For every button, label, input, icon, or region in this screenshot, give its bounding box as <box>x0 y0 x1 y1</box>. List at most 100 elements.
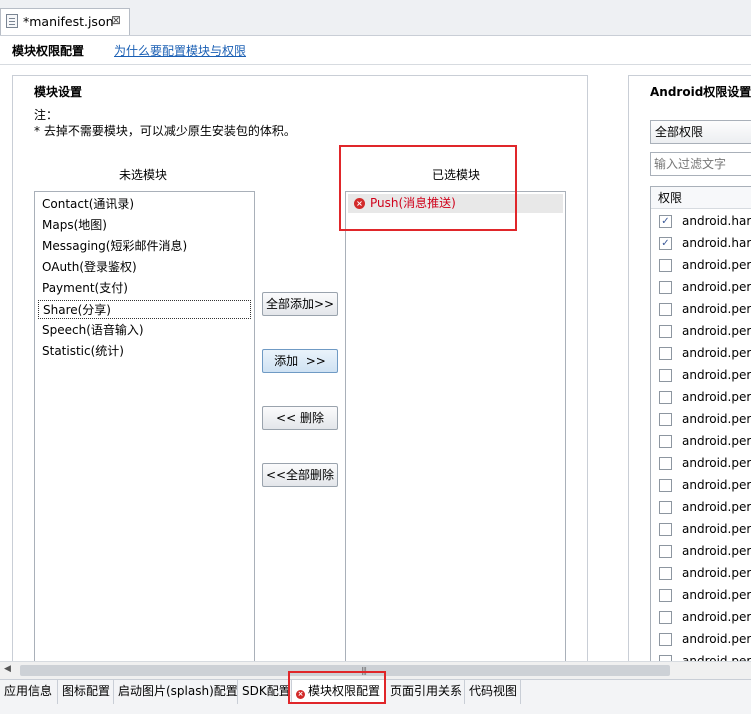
help-link[interactable]: 为什么要配置模块与权限 <box>114 42 246 59</box>
highlight-box <box>288 671 386 704</box>
permission-row[interactable]: android.pern <box>651 519 751 541</box>
unselected-modules-list[interactable]: Contact(通讯录) Maps(地图) Messaging(短彩邮件消息) … <box>34 191 255 675</box>
editor-tab-manifest[interactable]: *manifest.json ⊠ <box>0 8 130 35</box>
permission-row[interactable]: android.pern <box>651 387 751 409</box>
permission-name: android.pern <box>682 258 751 272</box>
permission-name: android.pern <box>682 412 751 426</box>
remove-button[interactable]: << 删除 <box>262 406 338 430</box>
permission-row[interactable]: android.pern <box>651 453 751 475</box>
list-item[interactable]: Payment(支付) <box>38 279 251 298</box>
permission-row[interactable]: android.pern <box>651 321 751 343</box>
header-divider <box>0 64 751 65</box>
permission-row[interactable]: android.pern <box>651 343 751 365</box>
permission-checkbox[interactable] <box>659 589 672 602</box>
permission-row[interactable]: android.pern <box>651 277 751 299</box>
list-item[interactable]: Maps(地图) <box>38 216 251 235</box>
list-item[interactable]: Messaging(短彩邮件消息) <box>38 237 251 256</box>
module-settings-title: 模块设置 <box>34 85 83 99</box>
list-item[interactable]: Share(分享) <box>38 300 251 319</box>
tab-icon-config[interactable]: 图标配置 <box>58 680 114 704</box>
permission-column-header[interactable]: 权限 <box>651 187 751 209</box>
permission-name: android.pern <box>682 478 751 492</box>
permission-name: android.pern <box>682 368 751 382</box>
permission-name: android.pern <box>682 280 751 294</box>
permission-row[interactable]: android.pern <box>651 607 751 629</box>
permission-row[interactable]: android.pern <box>651 365 751 387</box>
list-item[interactable]: Speech(语音输入) <box>38 321 251 340</box>
permission-row[interactable]: android.pern <box>651 409 751 431</box>
page-title: 模块权限配置 <box>12 44 85 58</box>
editor-tab-title: *manifest.json <box>23 14 114 29</box>
permission-name: android.pern <box>682 522 751 536</box>
permission-row[interactable]: android.pern <box>651 585 751 607</box>
remove-all-button[interactable]: <<全部删除 <box>262 463 338 487</box>
permission-checkbox[interactable] <box>659 545 672 558</box>
permission-checkbox[interactable] <box>659 523 672 536</box>
permission-name: android.pern <box>682 566 751 580</box>
permission-row[interactable]: android.pern <box>651 629 751 651</box>
permission-row[interactable]: android.pern <box>651 431 751 453</box>
permission-name: android.pern <box>682 456 751 470</box>
permission-row[interactable]: android.pern <box>651 563 751 585</box>
permission-checkbox[interactable] <box>659 303 672 316</box>
tab-label: 页面引用关系 <box>390 684 463 698</box>
permission-row[interactable]: ✓ android.hard <box>651 211 751 233</box>
permission-name: android.hard <box>682 214 751 228</box>
tab-page-references[interactable]: 页面引用关系 <box>386 680 465 704</box>
permission-name: android.pern <box>682 324 751 338</box>
permission-row[interactable]: android.pern <box>651 475 751 497</box>
note-label: 注： <box>34 108 59 122</box>
list-item[interactable]: Contact(通讯录) <box>38 195 251 214</box>
permission-row[interactable]: android.pern <box>651 541 751 563</box>
permission-name: android.hard <box>682 236 751 250</box>
tab-app-info[interactable]: 应用信息 <box>0 680 58 704</box>
permission-checkbox[interactable] <box>659 435 672 448</box>
tab-label: 代码视图 <box>469 684 518 698</box>
permission-row[interactable]: android.pern <box>651 497 751 519</box>
add-all-button[interactable]: 全部添加>> <box>262 292 338 316</box>
tab-label: 应用信息 <box>4 684 53 698</box>
permission-row[interactable]: ✓ android.hard <box>651 233 751 255</box>
note-text: * 去掉不需要模块，可以减少原生安装包的体积。 <box>34 124 296 138</box>
permission-checkbox[interactable] <box>659 457 672 470</box>
permission-checkbox[interactable] <box>659 391 672 404</box>
permission-checkbox[interactable] <box>659 413 672 426</box>
permission-name: android.pern <box>682 500 751 514</box>
add-button[interactable]: 添加 >> <box>262 349 338 373</box>
permission-checkbox[interactable] <box>659 259 672 272</box>
permission-name: android.pern <box>682 588 751 602</box>
permission-table: 权限 ✓ android.hard ✓ android.hard android.per… <box>650 186 751 675</box>
tab-code-view[interactable]: 代码视图 <box>465 680 521 704</box>
permission-checkbox[interactable] <box>659 567 672 580</box>
tab-label: 图标配置 <box>62 684 111 698</box>
permission-name: android.pern <box>682 390 751 404</box>
file-icon <box>6 14 18 28</box>
scroll-left-icon[interactable]: ◀ <box>4 664 11 674</box>
selected-modules-list[interactable]: × Push(消息推送) <box>345 191 566 675</box>
tab-splash-config[interactable]: 启动图片(splash)配置 <box>114 680 238 704</box>
permission-name: android.pern <box>682 302 751 316</box>
permission-filter-select[interactable]: 全部权限 <box>650 120 751 144</box>
permission-row[interactable]: android.pern <box>651 299 751 321</box>
permission-checkbox[interactable]: ✓ <box>659 215 672 228</box>
permission-row[interactable]: android.pern <box>651 255 751 277</box>
permission-checkbox[interactable] <box>659 633 672 646</box>
permission-checkbox[interactable] <box>659 325 672 338</box>
list-item[interactable]: Statistic(统计) <box>38 342 251 361</box>
permission-checkbox[interactable] <box>659 479 672 492</box>
filter-input[interactable] <box>650 152 751 176</box>
permission-name: android.pern <box>682 632 751 646</box>
unselected-modules-title: 未选模块 <box>119 168 168 182</box>
list-item[interactable]: OAuth(登录鉴权) <box>38 258 251 277</box>
permission-checkbox[interactable] <box>659 281 672 294</box>
permission-checkbox[interactable] <box>659 347 672 360</box>
permission-name: android.pern <box>682 610 751 624</box>
permission-checkbox[interactable] <box>659 611 672 624</box>
close-icon[interactable]: ⊠ <box>111 13 121 27</box>
permission-checkbox[interactable]: ✓ <box>659 237 672 250</box>
permission-checkbox[interactable] <box>659 501 672 514</box>
android-permissions-title: Android权限设置 <box>650 85 751 99</box>
permission-name: android.pern <box>682 346 751 360</box>
permission-checkbox[interactable] <box>659 369 672 382</box>
tab-sdk-config[interactable]: SDK配置 <box>238 680 292 704</box>
